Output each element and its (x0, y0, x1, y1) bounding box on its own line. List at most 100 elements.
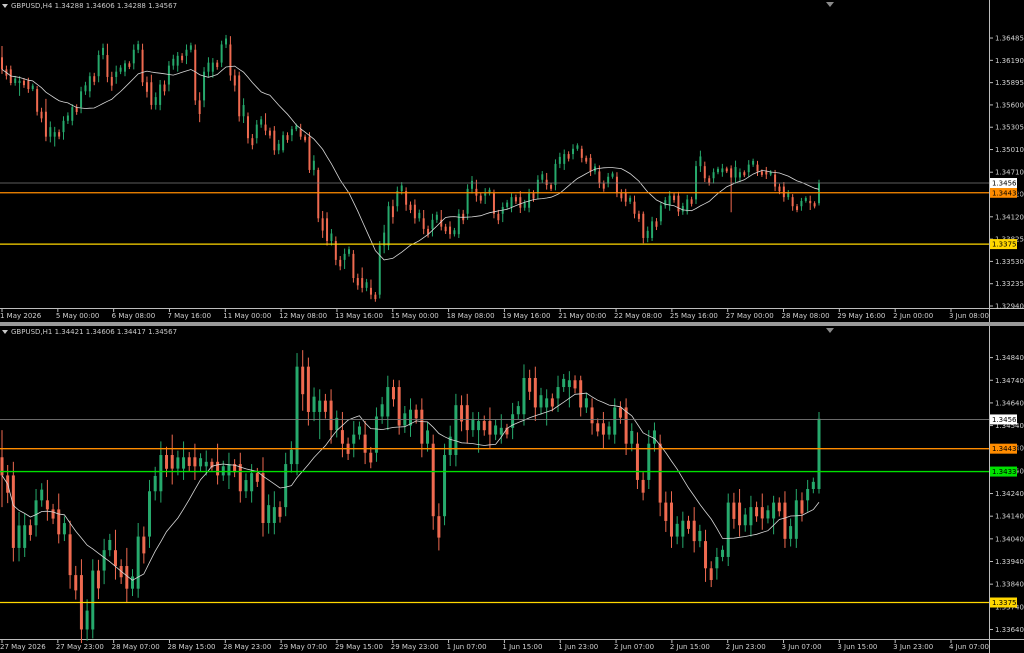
h1-candle-body (437, 516, 441, 538)
h1-candle-body (794, 500, 798, 539)
h1-y-tick-label: 1.34840 (995, 354, 1024, 362)
h1-x-tick-label: 3 Jun 15:00 (837, 643, 877, 651)
h4-candle-body (738, 172, 741, 178)
h4-level-price-label: 1.34438 (992, 189, 1021, 197)
h1-candle-body (301, 366, 305, 395)
h4-candle-body (418, 212, 421, 219)
h1-candle-body (40, 489, 44, 501)
h1-candle-body (749, 507, 753, 526)
h4-candle-body (115, 71, 118, 77)
h1-level-price-label: 1.33759 (992, 599, 1021, 607)
h1-candle-body (601, 423, 605, 435)
h1-candle-body (426, 430, 430, 444)
h1-candle-body (278, 507, 282, 517)
h4-candle-body (677, 195, 680, 212)
h4-candle-body (84, 85, 87, 92)
h4-candle-body (519, 197, 522, 208)
h1-candle-body (658, 443, 662, 503)
h1-candle-body (539, 395, 543, 408)
h1-candle-body (465, 405, 469, 431)
h4-candle-body (479, 195, 482, 201)
h4-candle-body (484, 193, 487, 196)
h1-candle-body (652, 430, 656, 444)
h4-x-tick-label: 12 May 08:00 (279, 312, 327, 320)
h4-candle-body (225, 38, 228, 45)
h4-candle-body (312, 160, 315, 170)
h1-candle-body (357, 426, 361, 435)
h4-candle-body (791, 197, 794, 207)
h1-candle-body (369, 452, 373, 463)
h4-chart-pane[interactable]: GBPUSD,H4 1.34288 1.34606 1.34288 1.3456… (0, 0, 1024, 322)
h4-candle-body (137, 44, 140, 50)
h1-candlestick-chart: 1.348401.347401.346401.345401.344401.343… (0, 326, 1024, 653)
h4-candle-body (435, 214, 438, 220)
h1-y-tick-label: 1.33640 (995, 626, 1024, 634)
h1-y-tick-label: 1.33840 (995, 581, 1024, 589)
h1-candle-body (17, 525, 21, 548)
h1-candle-body (108, 539, 112, 551)
h1-candle-body (272, 507, 276, 523)
h4-x-tick-label: 22 May 08:00 (614, 312, 662, 320)
h1-candle-body (165, 455, 169, 469)
h1-candle-body (488, 421, 492, 435)
h4-y-tick-label: 1.34710 (995, 169, 1024, 177)
h4-candle-body (304, 136, 307, 141)
h4-x-tick-label: 13 May 16:00 (335, 312, 383, 320)
h4-x-tick-label: 21 May 00:00 (558, 312, 606, 320)
h1-candle-body (800, 500, 804, 514)
h1-candle-body (85, 610, 89, 630)
h4-candle-body (286, 135, 289, 140)
h4-candle-body (106, 55, 109, 77)
h1-candle-body (0, 457, 4, 476)
h1-candle-body (698, 530, 702, 542)
h4-candle-body (624, 192, 627, 202)
h1-candle-body (618, 407, 622, 418)
h1-candle-body (516, 406, 520, 415)
h1-candle-body (522, 377, 526, 415)
h4-candle-body (510, 197, 513, 207)
h4-candle-body (422, 218, 425, 229)
h4-candle-body (506, 202, 509, 207)
h1-candle-body (306, 366, 310, 412)
h4-candle-body (690, 199, 693, 204)
h1-candle-body (136, 536, 140, 589)
h1-chart-pane[interactable]: GBPUSD,H1 1.34421 1.34606 1.34417 1.3456… (0, 326, 1024, 653)
h1-candle-body (267, 505, 271, 523)
h4-x-tick-label: 19 May 16:00 (502, 312, 550, 320)
h4-candle-body (567, 154, 570, 159)
h1-candle-body (244, 480, 248, 492)
h1-x-tick-label: 4 Jun 07:00 (949, 643, 989, 651)
h1-current-price-label: 1.34567 (992, 416, 1021, 424)
h1-candle-body (193, 457, 197, 467)
h1-candle-body (573, 380, 577, 389)
h4-candle-body (532, 193, 535, 199)
h4-candle-body (255, 124, 258, 139)
h4-candle-body (49, 127, 52, 137)
h1-candle-body (726, 502, 730, 557)
h1-candle-body (687, 520, 691, 529)
h4-candle-body (229, 44, 232, 76)
h4-y-tick-label: 1.32940 (995, 303, 1024, 311)
h4-candle-body (514, 197, 517, 202)
h4-x-tick-label: 15 May 00:00 (391, 312, 439, 320)
h1-candle-body (783, 502, 787, 539)
h4-candle-body (102, 47, 105, 56)
h4-x-tick-label: 11 May 00:00 (223, 312, 271, 320)
h1-candle-body (499, 427, 503, 435)
h4-candle-body (123, 63, 126, 72)
h1-candle-body (715, 556, 719, 569)
h1-candle-body (374, 416, 378, 453)
h4-candle-body (545, 179, 548, 186)
h1-candle-body (669, 502, 673, 537)
h4-x-tick-label: 3 Jun 08:00 (949, 312, 989, 320)
h1-candle-body (176, 457, 180, 469)
h4-candle-body (251, 138, 254, 146)
h4-y-tick-label: 1.35305 (995, 124, 1024, 132)
h4-candle-body (207, 62, 210, 72)
h1-candle-body (584, 398, 588, 408)
h4-candle-body (782, 186, 785, 198)
h4-candle-body (651, 221, 654, 238)
h1-candle-body (221, 466, 225, 476)
h1-candle-body (204, 461, 208, 467)
h4-candle-body (277, 143, 280, 151)
